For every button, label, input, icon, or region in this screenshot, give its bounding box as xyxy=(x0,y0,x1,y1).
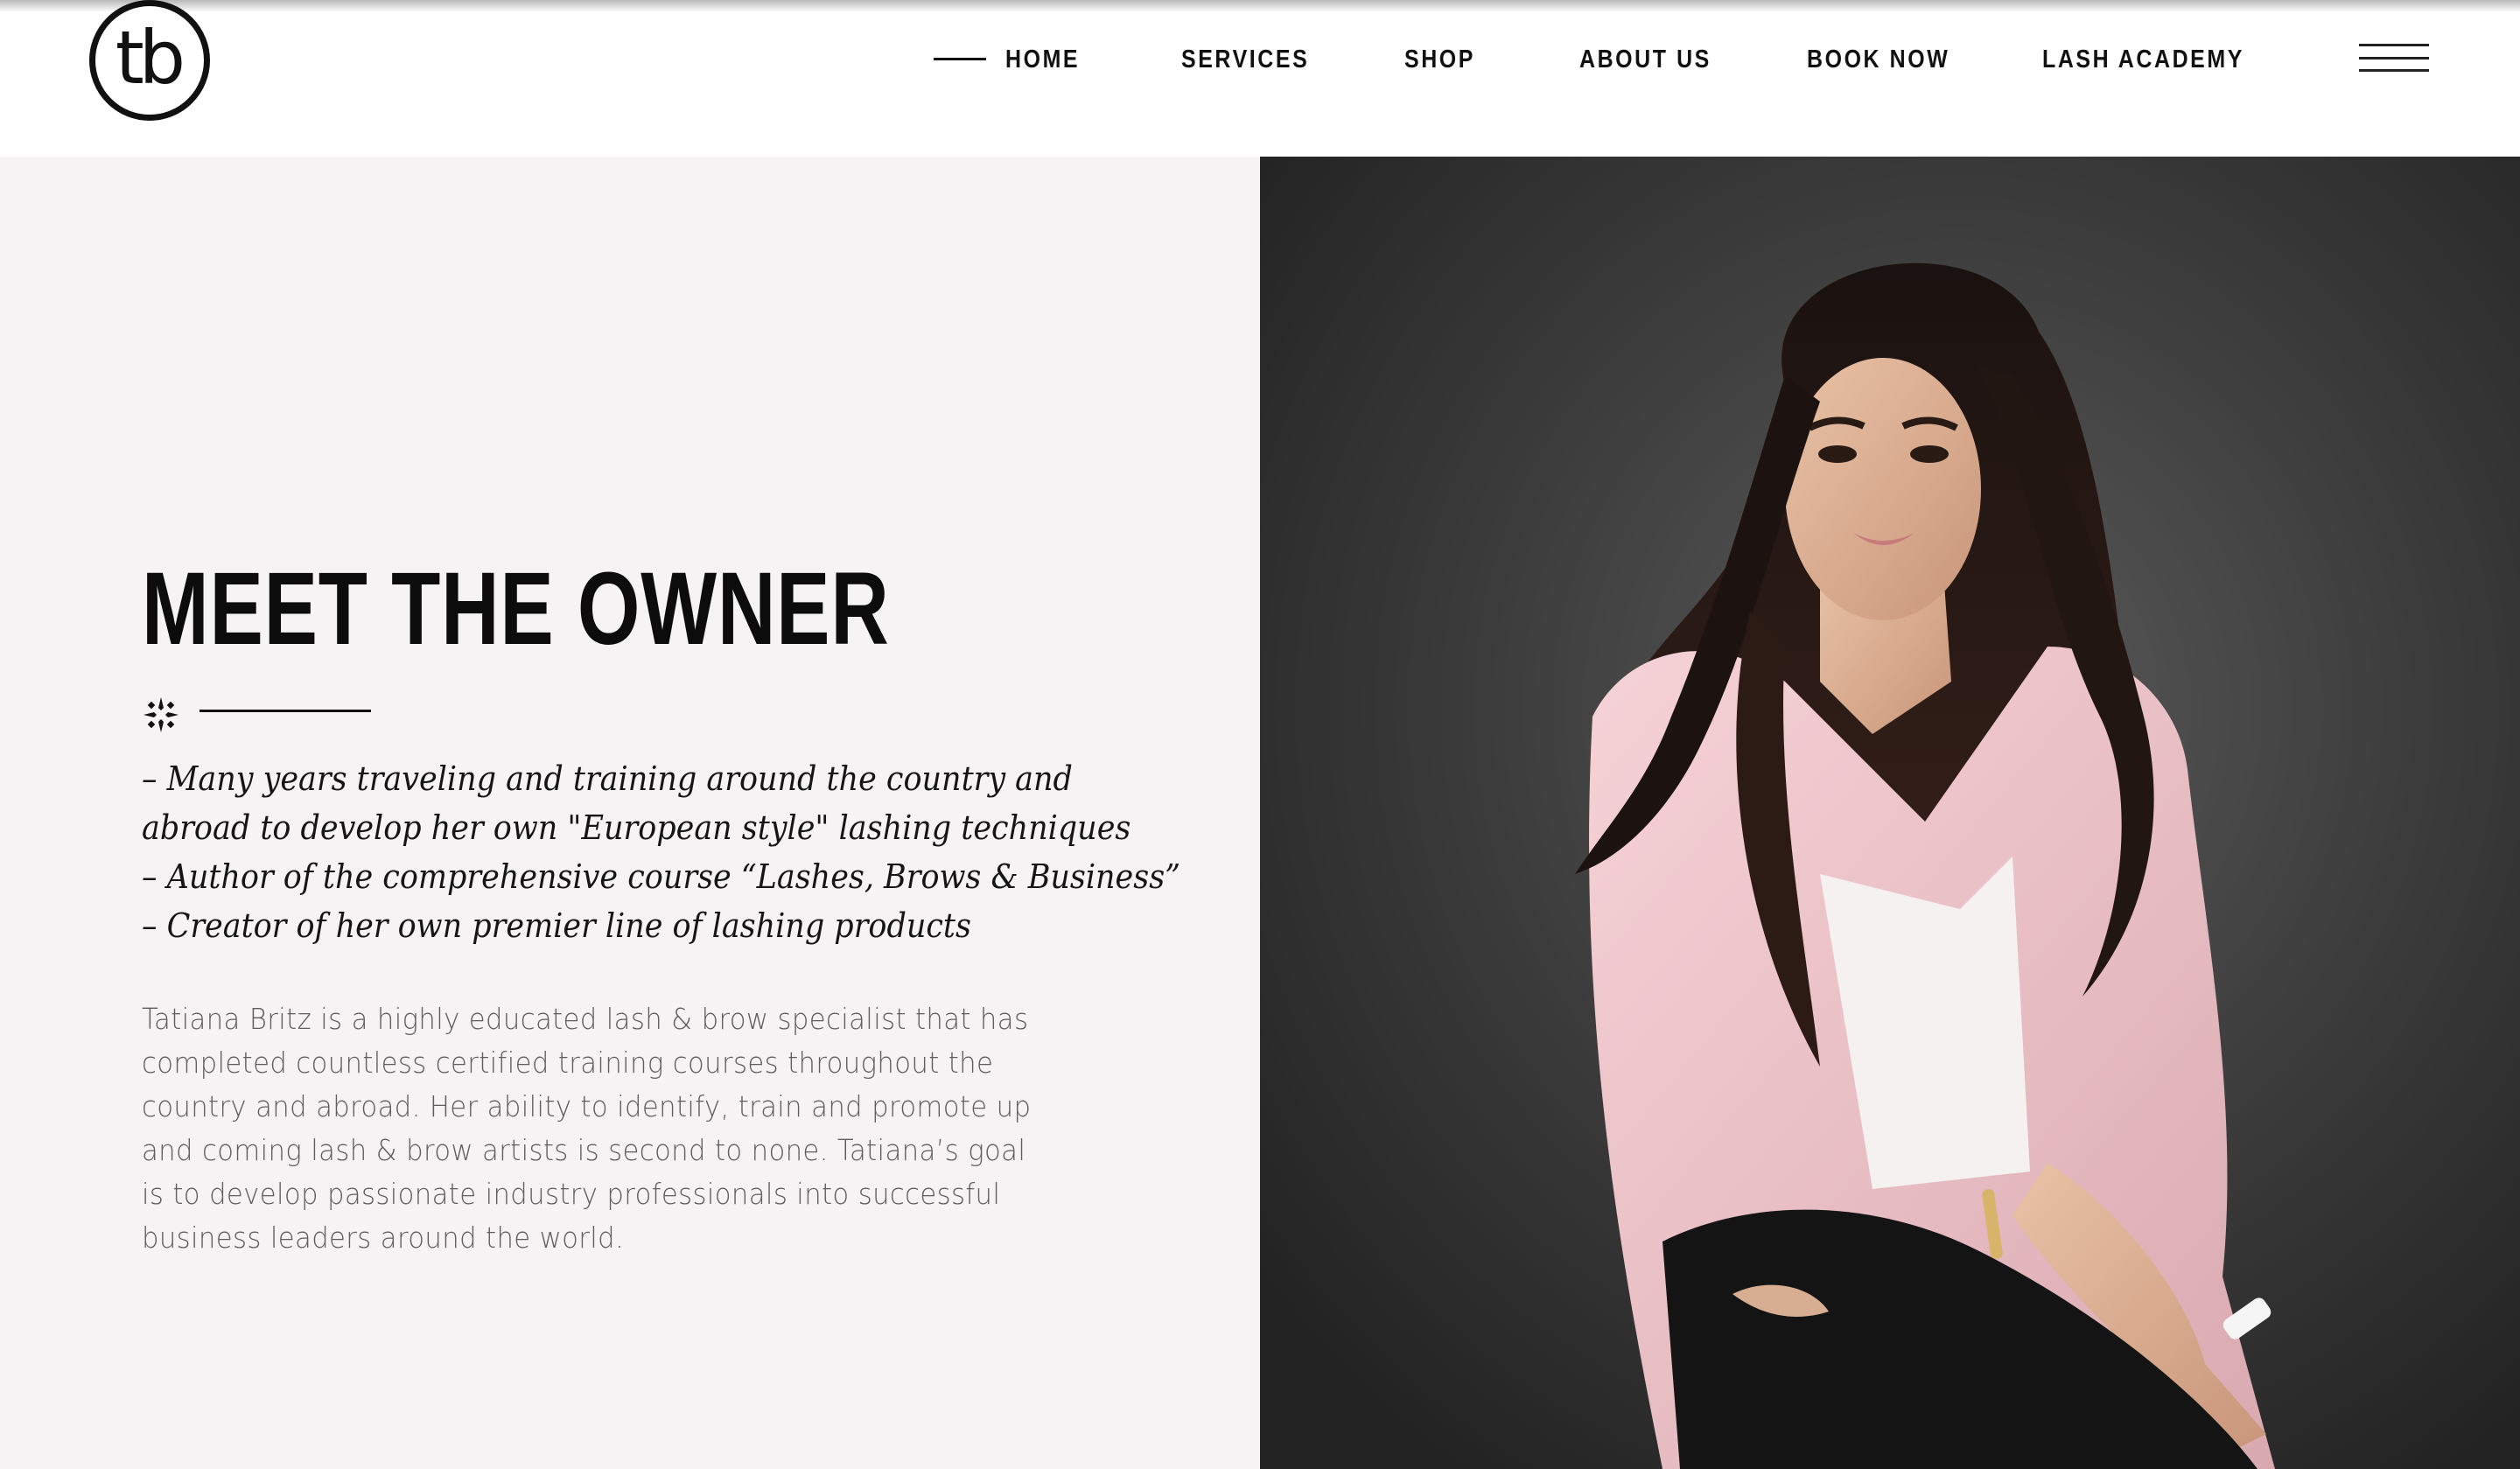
highlight-line: – Creator of her own premier line of las… xyxy=(142,906,971,945)
nav-services[interactable]: SERVICES xyxy=(1181,45,1309,74)
hamburger-menu-icon[interactable] xyxy=(2359,44,2429,72)
nav-shop[interactable]: SHOP xyxy=(1404,45,1475,74)
active-nav-indicator xyxy=(934,58,986,60)
nav-about-us[interactable]: ABOUT US xyxy=(1579,45,1712,74)
highlight-line: abroad to develop her own "European styl… xyxy=(142,808,1131,847)
logo[interactable]: tb xyxy=(89,0,210,121)
hamburger-line xyxy=(2359,69,2429,72)
hamburger-line xyxy=(2359,44,2429,46)
page-title: MEET THE OWNER xyxy=(142,551,890,667)
highlight-line: – Author of the comprehensive course “La… xyxy=(142,857,1181,896)
bio-line: completed countless certified training c… xyxy=(142,1046,994,1080)
owner-portrait-photo xyxy=(1260,157,2520,1469)
site-header: tb HOME SERVICES SHOP ABOUT US BOOK NOW … xyxy=(0,0,2520,157)
hamburger-line xyxy=(2359,56,2429,59)
bio-line: and coming lash & brow artists is second… xyxy=(142,1133,1026,1167)
bio-line: Tatiana Britz is a highly educated lash … xyxy=(142,1002,1029,1036)
sparkle-icon xyxy=(144,697,178,732)
highlight-line: – Many years traveling and training arou… xyxy=(142,759,1073,798)
nav-home[interactable]: HOME xyxy=(1005,45,1080,74)
bio-line: business leaders around the world. xyxy=(142,1221,625,1255)
title-divider xyxy=(200,710,371,712)
owner-bio: Tatiana Britz is a highly educated lash … xyxy=(142,997,1104,1260)
page: tb HOME SERVICES SHOP ABOUT US BOOK NOW … xyxy=(0,0,2520,1469)
portrait-illustration xyxy=(1260,157,2520,1469)
bio-line: country and abroad. Her ability to ident… xyxy=(142,1089,1032,1123)
logo-text: tb xyxy=(115,15,186,101)
nav-lash-academy[interactable]: LASH ACADEMY xyxy=(2042,45,2244,74)
bio-line: is to develop passionate industry profes… xyxy=(142,1177,1001,1211)
nav-book-now[interactable]: BOOK NOW xyxy=(1807,45,1950,74)
owner-highlights: – Many years traveling and training arou… xyxy=(142,754,1181,950)
